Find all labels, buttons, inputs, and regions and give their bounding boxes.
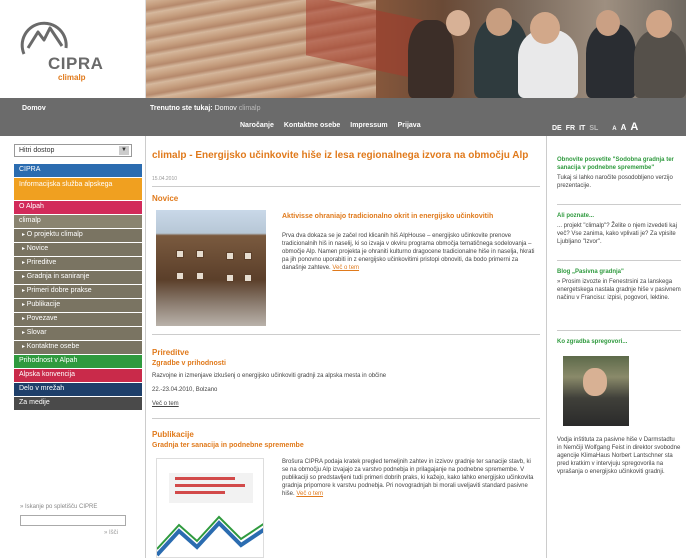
sidebar-item[interactable]: Kontaktne osebe bbox=[14, 341, 142, 354]
right-box-heading[interactable]: Obnovite posvetite "Sodobna gradnja ter … bbox=[557, 156, 681, 172]
cover-graph-icon bbox=[157, 515, 263, 557]
events-section-label: Prireditve bbox=[152, 348, 189, 357]
logo-text: CIPRA bbox=[48, 54, 104, 73]
sidebar-item[interactable]: Gradnja in saniranje bbox=[14, 271, 142, 284]
lang-it[interactable]: IT bbox=[579, 125, 585, 132]
right-box-text: Tukaj si lahko naročite posodobljeno ver… bbox=[557, 175, 673, 189]
right-box-didyouknow: Ali poznate... ... projekt "climalp"? Že… bbox=[557, 212, 681, 246]
news-section-label: Novice bbox=[152, 194, 179, 203]
breadcrumb-current: climalp bbox=[238, 105, 261, 112]
logo[interactable]: CIPRA climalp bbox=[0, 0, 146, 98]
page-title: climalp - Energijsko učinkovite hiše iz … bbox=[152, 150, 529, 161]
news-body-text: Prva dva dokaza se je začel rod klicanih… bbox=[282, 233, 535, 271]
sidebar-item[interactable]: O Alpah bbox=[14, 201, 142, 214]
pub-more-link[interactable]: Več o tem bbox=[296, 491, 323, 497]
left-sidebar: Hitri dostop ▼ CIPRA Informacijska služba… bbox=[0, 136, 146, 558]
divider bbox=[152, 186, 540, 187]
pub-title[interactable]: Gradnja ter sanacija in podnebne spremem… bbox=[152, 442, 304, 449]
sidebar-item[interactable]: O projektu climalp bbox=[14, 229, 142, 242]
lang-de[interactable]: DE bbox=[552, 125, 562, 132]
sidebar-item[interactable]: Prireditve bbox=[14, 257, 142, 270]
sidebar-item[interactable]: Delo v mrežah bbox=[14, 383, 142, 396]
sidebar-item[interactable]: CIPRA bbox=[14, 164, 142, 177]
font-size-medium[interactable]: A bbox=[621, 123, 627, 132]
search-input[interactable] bbox=[20, 515, 126, 526]
page-date: 15.04.2010 bbox=[152, 176, 178, 182]
nav-link-contacts[interactable]: Kontaktne osebe bbox=[284, 122, 340, 129]
event-body: Razvojne in izmenjave izkušenj o energij… bbox=[152, 373, 387, 379]
sidebar-item[interactable]: Primeri dobre prakse bbox=[14, 285, 142, 298]
nav-link-login[interactable]: Prijava bbox=[398, 122, 421, 129]
right-box-interview: Ko zgradba spregovori... bbox=[557, 338, 681, 348]
chevron-down-icon[interactable]: ▼ bbox=[119, 146, 129, 155]
sidebar-item[interactable]: Informacijska služba alpskega bbox=[14, 178, 142, 200]
news-more-link[interactable]: Več o tem bbox=[332, 265, 359, 271]
quick-access-label: Hitri dostop bbox=[19, 147, 55, 154]
event-title[interactable]: Zgradbe v prihodnosti bbox=[152, 360, 226, 367]
header-banner-photo bbox=[146, 0, 686, 98]
search-button[interactable]: » Išči bbox=[104, 530, 118, 536]
logo-subtext: climalp bbox=[58, 73, 86, 82]
right-box-text: » Prosim izvozte in Fenestrsini za lansk… bbox=[557, 279, 681, 301]
language-switcher: DE FR IT SL A A A bbox=[552, 121, 638, 133]
breadcrumb-home[interactable]: Domov bbox=[215, 105, 237, 112]
divider bbox=[557, 260, 681, 261]
publication-cover[interactable] bbox=[156, 458, 264, 558]
divider bbox=[152, 334, 540, 335]
search-label: » Iskanje po spletišču CIPRE bbox=[20, 504, 98, 510]
lang-sl[interactable]: SL bbox=[589, 125, 598, 132]
right-box-heading: Ali poznate... bbox=[557, 213, 595, 219]
right-column: Obnovite posvetite "Sodobna gradnja ter … bbox=[546, 136, 686, 558]
pub-body: Brošura CIPRA podaja kratek pregled teme… bbox=[282, 458, 538, 498]
event-more-link[interactable]: Več o tem bbox=[152, 400, 179, 408]
lang-fr[interactable]: FR bbox=[566, 125, 575, 132]
sidebar-item[interactable]: climalp bbox=[14, 215, 142, 228]
nav-home-link[interactable]: Domov bbox=[22, 105, 46, 112]
interview-photo[interactable] bbox=[563, 356, 629, 426]
sidebar-item[interactable]: Alpska konvencija bbox=[14, 369, 142, 382]
font-size-large[interactable]: A bbox=[630, 121, 638, 133]
sidebar-item[interactable]: Novice bbox=[14, 243, 142, 256]
nav-link-order[interactable]: Naročanje bbox=[240, 122, 274, 129]
utility-links: Naročanje Kontaktne osebe Impressum Prij… bbox=[240, 122, 421, 129]
sidebar-item[interactable]: Prihodnost v Alpah bbox=[14, 355, 142, 368]
news-photo[interactable] bbox=[156, 210, 266, 326]
main-content: climalp - Energijsko učinkovite hiše iz … bbox=[146, 136, 546, 558]
right-box-presentation: Obnovite posvetite "Sodobna gradnja ter … bbox=[557, 156, 681, 190]
top-nav-bar: Domov Trenutno ste tukaj: Domov climalp … bbox=[0, 98, 686, 136]
font-size-small[interactable]: A bbox=[612, 126, 616, 132]
divider bbox=[557, 204, 681, 205]
right-box-heading[interactable]: Ko zgradba spregovori... bbox=[557, 338, 681, 346]
sidebar-item[interactable]: Za medije bbox=[14, 397, 142, 410]
site-header: CIPRA climalp bbox=[0, 0, 686, 98]
event-date: 22.-23.04.2010, Bolzano bbox=[152, 387, 218, 393]
sidebar-item[interactable]: Povezave bbox=[14, 313, 142, 326]
right-box-heading[interactable]: Blog „Pasivna gradnja" bbox=[557, 268, 681, 276]
right-box-text: ... projekt "climalp"? Želite o njem izv… bbox=[557, 223, 677, 245]
divider bbox=[557, 330, 681, 331]
news-body: Prva dva dokaza se je začel rod klicanih… bbox=[282, 232, 538, 272]
sidebar-item[interactable]: Slovar bbox=[14, 327, 142, 340]
pubs-section-label: Publikacije bbox=[152, 430, 194, 439]
quick-access-select[interactable]: Hitri dostop ▼ bbox=[14, 144, 132, 157]
sidebar-menu: CIPRA Informacijska služba alpskega O Alpa… bbox=[14, 164, 142, 411]
news-headline[interactable]: Aktivisse ohraniajo tradicionalno okrit … bbox=[282, 212, 538, 221]
sidebar-item[interactable]: Publikacije bbox=[14, 299, 142, 312]
breadcrumb-label: Trenutno ste tukaj: bbox=[150, 105, 213, 112]
interview-text: Vodja inštituta za pasivne hiše v Darmst… bbox=[557, 437, 681, 475]
nav-link-impressum[interactable]: Impressum bbox=[350, 122, 387, 129]
right-box-blog: Blog „Pasivna gradnja" » Prosim izvozte … bbox=[557, 268, 681, 302]
breadcrumb: Trenutno ste tukaj: Domov climalp bbox=[150, 105, 261, 112]
divider bbox=[152, 418, 540, 419]
